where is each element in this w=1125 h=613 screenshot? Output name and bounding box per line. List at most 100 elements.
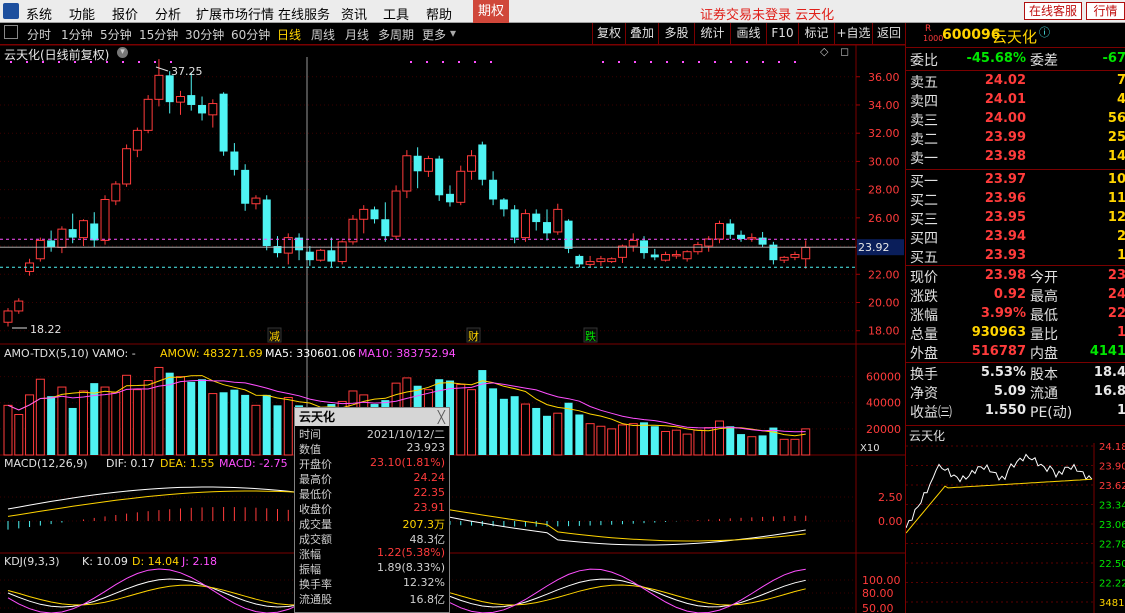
price-tick-label: 28.00: [868, 184, 900, 197]
bid-volume: 11: [1107, 191, 1125, 206]
macd-dif: DIF: 0.17: [106, 457, 155, 470]
period-monthly[interactable]: 月线: [345, 26, 369, 43]
stat-value: 16.8: [1093, 384, 1125, 399]
event-marker-dot: [122, 61, 124, 63]
mini-tick-label: 22.50: [1099, 559, 1125, 570]
statistics-button[interactable]: 统计: [694, 23, 730, 44]
bid-price: 23.96: [984, 191, 1026, 206]
quote-header: R 1000 600096 云天化 ⓘ: [906, 23, 1125, 48]
candle-body-up: [283, 237, 293, 254]
candle-body-up: [78, 220, 88, 239]
volume-amow: AMOW: 483271.69: [160, 347, 263, 360]
weicha-label: 委差: [1030, 53, 1058, 69]
stock-info-icon[interactable]: ⓘ: [1039, 24, 1050, 40]
candle-body-down: [327, 250, 336, 262]
stat-value: 5.53%: [980, 365, 1026, 380]
volume-bar-down: [273, 405, 282, 455]
period-weekly[interactable]: 周线: [311, 26, 335, 43]
more-chevron-icon[interactable]: ▾: [450, 26, 456, 40]
stat-label: 涨幅: [910, 308, 938, 324]
volume-bar-down: [532, 407, 541, 455]
ask-level-label: 卖四: [910, 94, 938, 110]
ask-volume: 25: [1107, 130, 1125, 145]
popup-row-value: 23.923: [406, 441, 446, 454]
volume-bar-down: [726, 426, 735, 455]
popup-row-label: 时间: [299, 428, 321, 441]
period-daily[interactable]: 日线: [277, 26, 301, 43]
f10-button[interactable]: F10: [766, 23, 798, 44]
stat-label: 现价: [910, 270, 938, 286]
popup-row-value: 22.35: [413, 486, 446, 499]
ask-price: 24.01: [984, 92, 1026, 107]
kline-chart-area[interactable]: 36.0034.0032.0030.0028.0026.0024.0022.00…: [0, 45, 905, 613]
draw-line-button[interactable]: 画线: [730, 23, 766, 44]
period-multi[interactable]: 多周期: [378, 26, 414, 43]
adjust-button[interactable]: 复权: [592, 23, 625, 44]
back-button[interactable]: 返回: [872, 23, 905, 44]
period-30min[interactable]: 30分钟: [185, 26, 224, 43]
period-minute[interactable]: 分时: [27, 26, 51, 43]
bid-volume: 2: [1116, 229, 1125, 244]
menu-item-quote[interactable]: 报价: [112, 4, 138, 23]
menu-item-help[interactable]: 帮助: [426, 4, 452, 23]
bid-level-label: 买一: [910, 174, 938, 190]
multi-stock-button[interactable]: 多股: [658, 23, 694, 44]
mark-button[interactable]: 标记: [798, 23, 834, 44]
candle-body-down: [241, 169, 250, 204]
menu-item-tools[interactable]: 工具: [383, 4, 409, 23]
event-marker-dot: [154, 61, 156, 63]
volume-indicator-title[interactable]: AMO-TDX(5,10) VAMO: -: [4, 347, 136, 360]
kline-canvas[interactable]: 36.0034.0032.0030.0028.0026.0024.0022.00…: [0, 45, 905, 613]
period-15min[interactable]: 15分钟: [139, 26, 178, 43]
popup-header[interactable]: 云天化 ╳: [295, 408, 449, 426]
bar-info-popup[interactable]: 云天化 ╳ 时间 2021/10/12/二 数值 23.923 开盘价 23.10(1.8…: [294, 407, 450, 613]
candle-body-up: [661, 254, 671, 261]
chart-title: 云天化(日线前复权): [4, 48, 110, 62]
options-tab[interactable]: 期权: [473, 0, 509, 23]
price-tick-label: 26.00: [868, 212, 900, 225]
menu-item-extended-market[interactable]: 扩展市场行情: [196, 4, 274, 23]
weibi-label: 委比: [910, 53, 938, 69]
menu-item-news[interactable]: 资讯: [341, 4, 367, 23]
candle-body-down: [68, 229, 77, 238]
overlay-button[interactable]: 叠加: [625, 23, 658, 44]
quote-button[interactable]: 行情: [1086, 2, 1125, 20]
volume-bar-up: [14, 413, 24, 456]
popup-row-label: 换手率: [299, 578, 332, 591]
chart-title-menu-icon[interactable]: ▾: [117, 47, 128, 58]
chart-expand-icon[interactable]: ◻: [840, 45, 849, 58]
volume-bar-up: [251, 404, 261, 456]
candle-body-up: [208, 103, 218, 116]
menu-item-analysis[interactable]: 分析: [155, 4, 181, 23]
macd-indicator-title[interactable]: MACD(12,26,9): [4, 457, 88, 470]
popup-close-icon[interactable]: ╳: [438, 408, 445, 426]
menu-item-system[interactable]: 系统: [26, 4, 52, 23]
period-60min[interactable]: 60分钟: [231, 26, 270, 43]
popup-row: 成交额 48.3亿: [295, 531, 449, 546]
menu-item-online-service[interactable]: 在线服务: [278, 4, 330, 23]
period-more[interactable]: 更多: [422, 26, 446, 43]
add-watchlist-button[interactable]: +自选: [834, 23, 872, 44]
online-service-button[interactable]: 在线客服: [1024, 2, 1082, 20]
stat-value: 5.09: [993, 384, 1026, 399]
period-5min[interactable]: 5分钟: [100, 26, 132, 43]
event-marker-dot: [794, 61, 796, 63]
popup-row-label: 成交额: [299, 533, 332, 546]
popup-row-value: 1.89(8.33%): [376, 561, 445, 574]
event-marker-dot: [650, 61, 652, 63]
menu-item-function[interactable]: 功能: [69, 4, 95, 23]
kdj-indicator-title[interactable]: KDJ(9,3,3): [4, 555, 60, 568]
popup-row-label: 最高价: [299, 473, 332, 486]
intraday-mini-chart[interactable]: 24.18 23.90 23.62 23.34 23.06 22.78 22.50 22.22…: [906, 443, 1125, 613]
popup-row: 成交量 207.3万: [295, 516, 449, 531]
candle-body-up: [617, 245, 627, 258]
chart-settings-icon[interactable]: ◇: [820, 45, 828, 58]
period-1min[interactable]: 1分钟: [61, 26, 93, 43]
app-logo-icon[interactable]: [3, 3, 19, 19]
panel-toggle-icon[interactable]: [4, 25, 18, 39]
stat-label: 今开: [1030, 270, 1058, 286]
volume-bar-down: [90, 383, 99, 455]
popup-title: 云天化: [299, 410, 336, 424]
volume-bar-down: [640, 422, 649, 455]
candle-body-down: [532, 213, 541, 223]
